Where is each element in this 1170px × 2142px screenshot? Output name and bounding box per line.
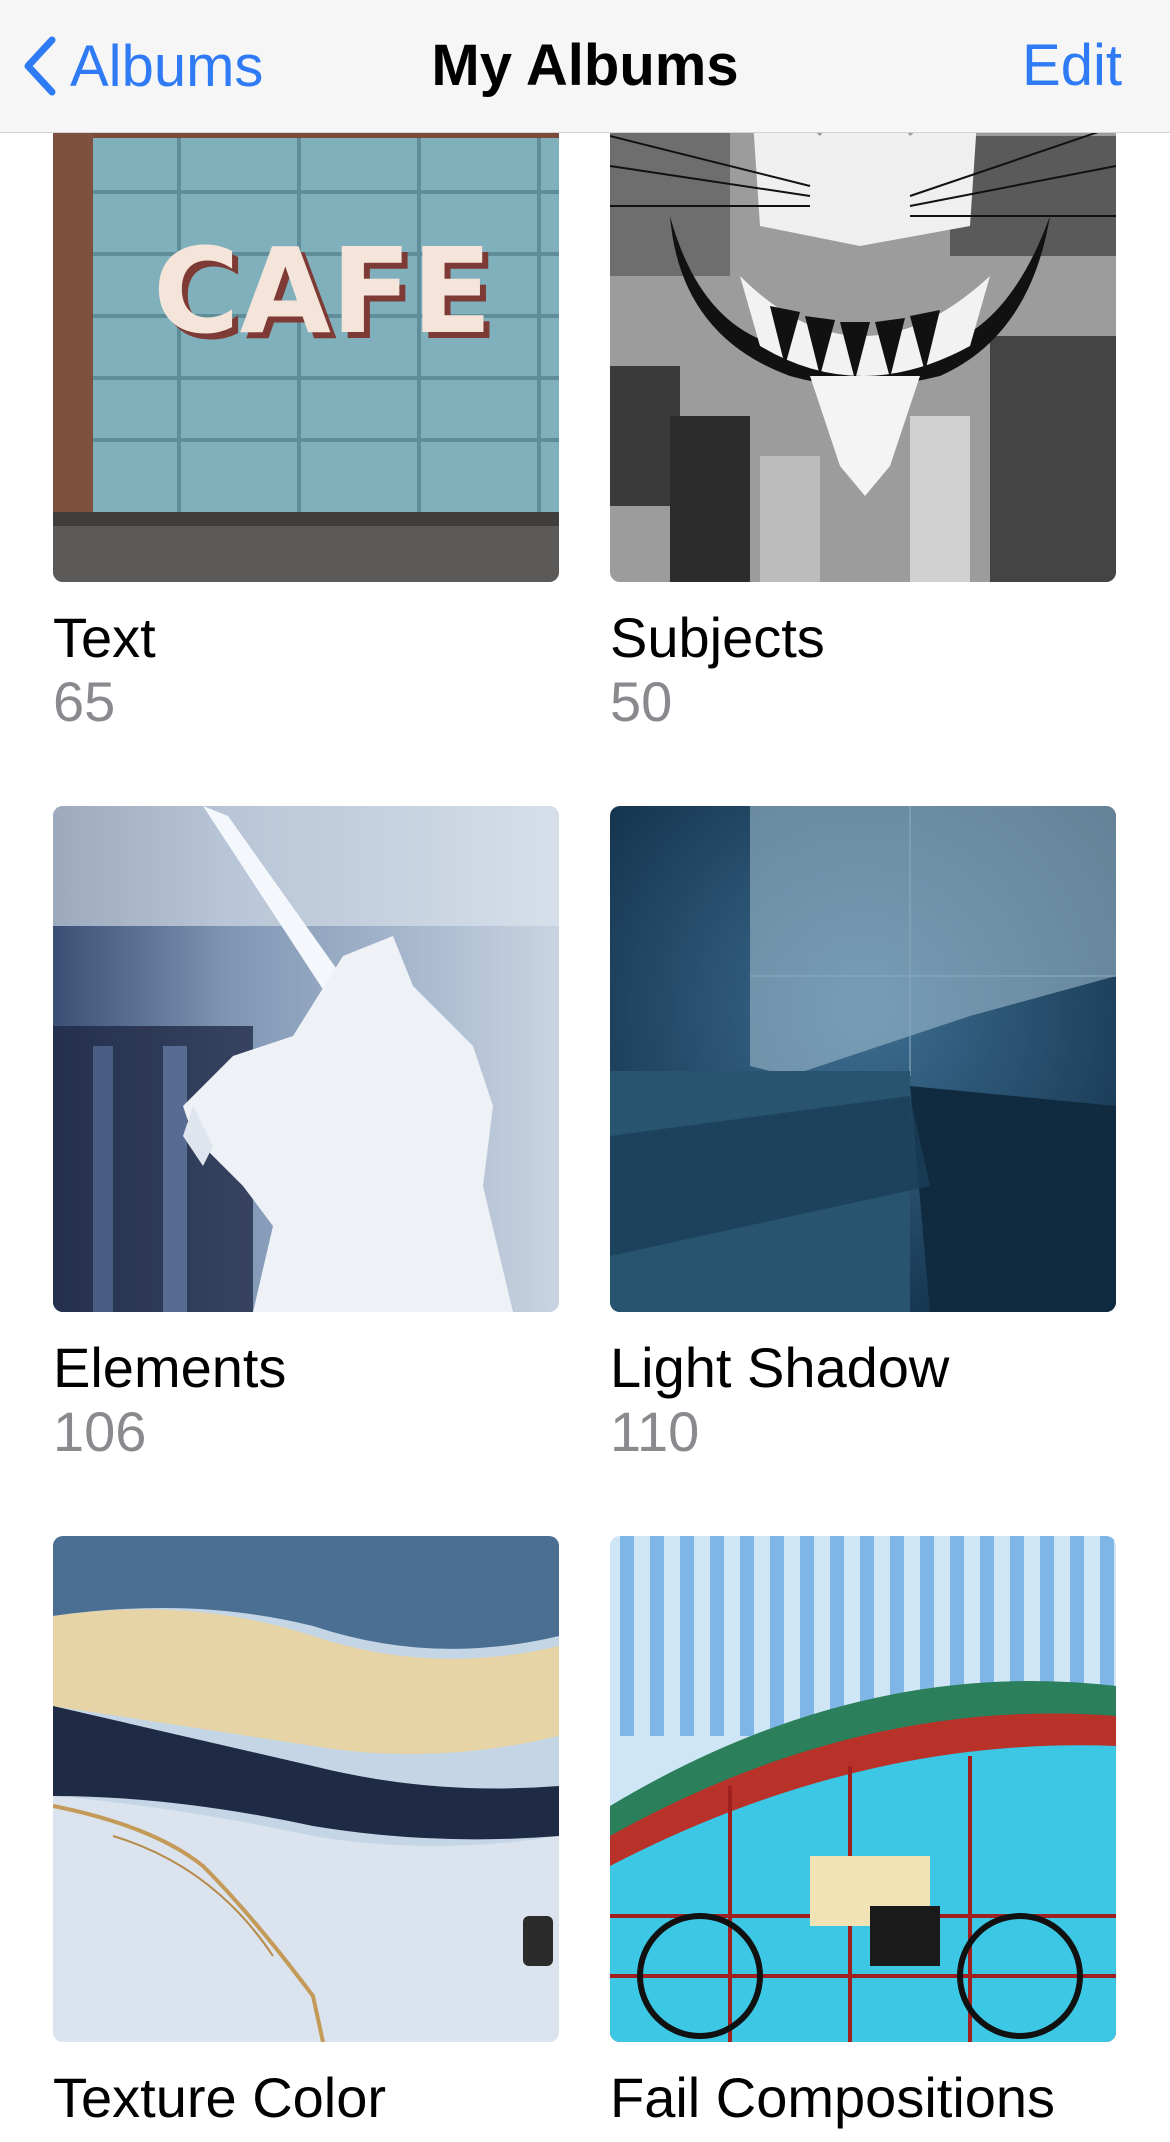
album-grid: CAFE CAFE Text 65 Subjects 50 Elements 1… xyxy=(0,0,1170,2142)
chevron-left-icon xyxy=(22,36,56,96)
album-title: Fail Compositions xyxy=(610,2066,1056,2129)
back-button-label: Albums xyxy=(70,33,264,99)
album-count: 50 xyxy=(610,670,673,733)
album-fail-compositions[interactable]: Fail Compositions xyxy=(610,1536,1116,2130)
album-thumbnail xyxy=(610,806,1116,1312)
album-texture-color[interactable]: Texture Color xyxy=(53,1536,559,2130)
album-thumbnail: CAFE CAFE xyxy=(53,76,559,582)
album-title: Light Shadow xyxy=(610,1336,950,1399)
album-text[interactable]: CAFE CAFE Text 65 xyxy=(53,76,559,734)
album-title: Texture Color xyxy=(53,2066,387,2129)
back-button[interactable]: Albums xyxy=(22,26,263,106)
album-light-shadow[interactable]: Light Shadow 110 xyxy=(610,806,1116,1464)
album-count: 106 xyxy=(53,1400,147,1463)
album-elements[interactable]: Elements 106 xyxy=(53,806,559,1464)
album-thumbnail xyxy=(610,1536,1116,2042)
album-title: Elements xyxy=(53,1336,287,1399)
album-title: Subjects xyxy=(610,606,825,669)
album-title: Text xyxy=(53,606,156,669)
album-thumbnail xyxy=(53,1536,559,2042)
album-thumbnail xyxy=(610,76,1116,582)
album-count: 110 xyxy=(610,1400,700,1463)
svg-text:CAFE: CAFE xyxy=(153,222,492,360)
my-albums-screen: CAFE CAFE Text 65 Subjects 50 Elements 1… xyxy=(0,0,1170,2142)
edit-button[interactable]: Edit xyxy=(1022,26,1122,106)
album-count: 65 xyxy=(53,670,116,733)
album-thumbnail xyxy=(53,806,559,1312)
navigation-bar: Albums My Albums Edit xyxy=(0,0,1170,133)
album-subjects[interactable]: Subjects 50 xyxy=(610,76,1116,734)
